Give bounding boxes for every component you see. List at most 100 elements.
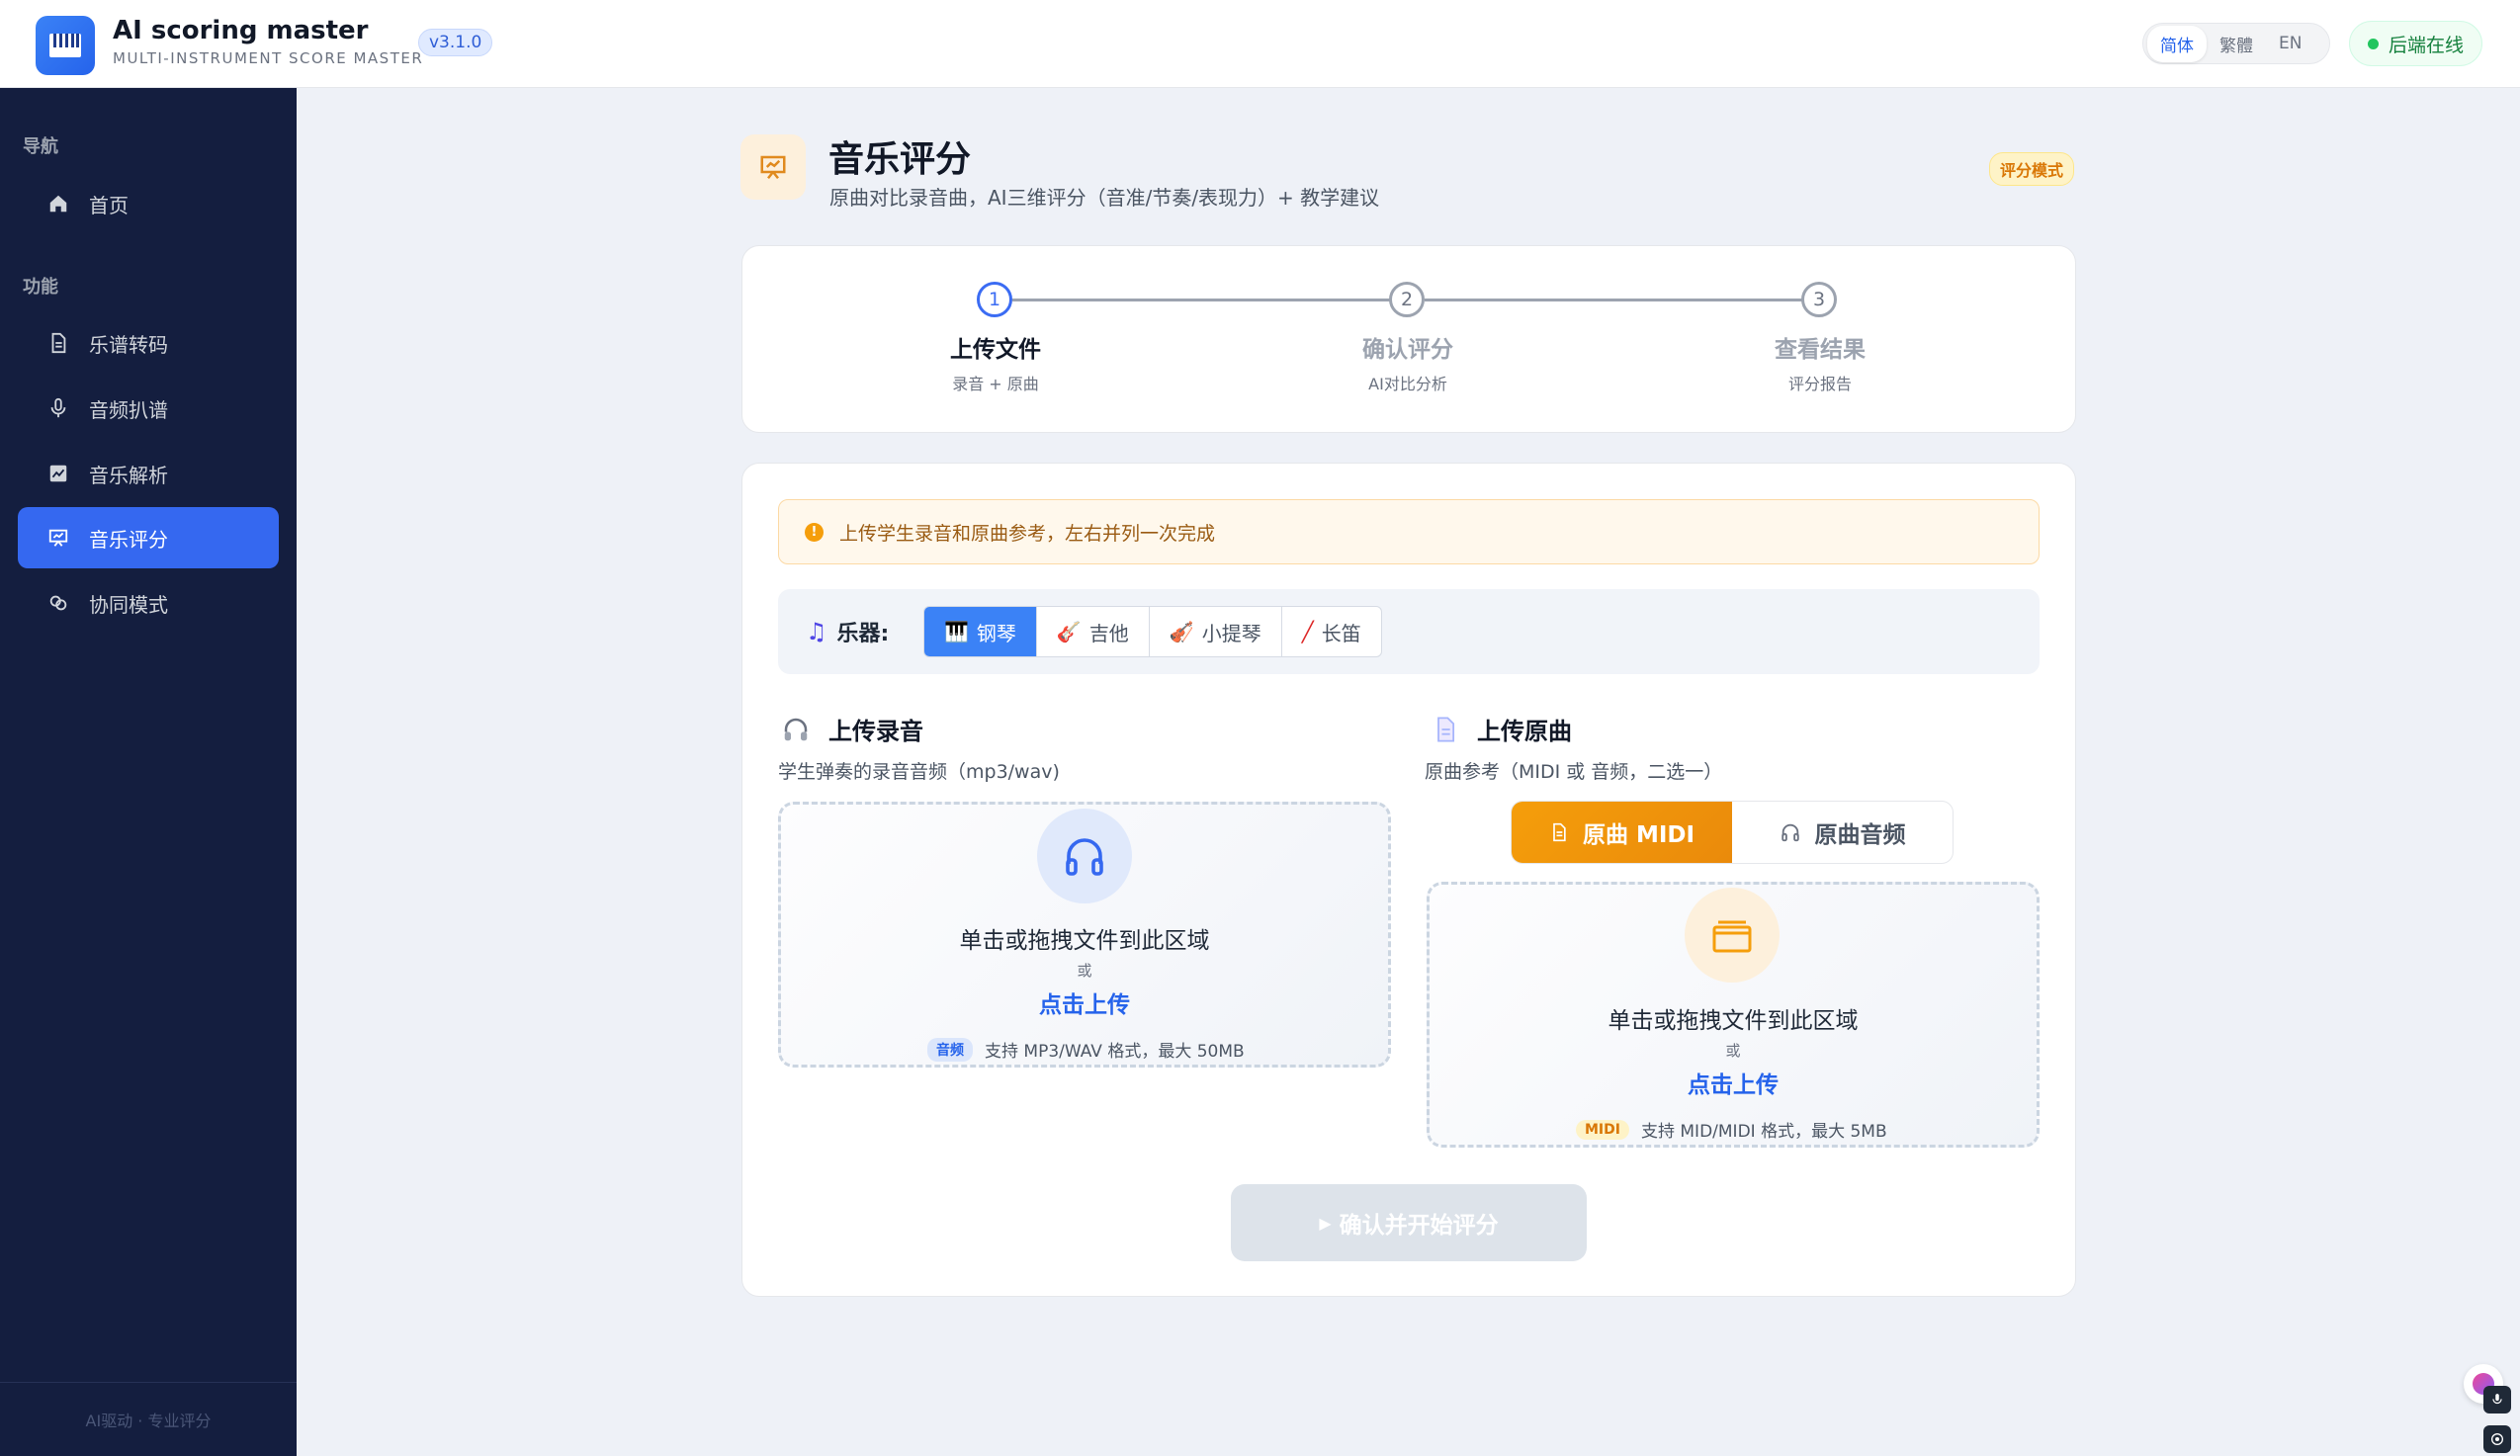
version-badge: v3.1.0 <box>418 29 493 56</box>
sidebar-item-label: 首页 <box>89 193 129 217</box>
step-3-circle: 3 <box>1801 282 1837 317</box>
presentation-icon <box>740 134 806 200</box>
folder-icon <box>1685 888 1780 983</box>
sidebar: 导航 首页 功能 乐谱转码 音频扒谱 音乐解析 音乐评分 协同模式 AI驱动 ·… <box>0 88 297 1456</box>
flute-icon: ╱ <box>1301 620 1314 643</box>
piano-logo-icon <box>36 16 95 75</box>
recording-upload-link[interactable]: 点击上传 <box>778 985 1391 1019</box>
sidebar-item-home[interactable]: 首页 <box>18 173 279 234</box>
instrument-tab-flute[interactable]: ╱ 长笛 <box>1282 607 1381 656</box>
step-connector <box>1012 299 1393 301</box>
instrument-tab-piano[interactable]: 🎹 钢琴 <box>924 607 1037 656</box>
presentation-icon <box>48 529 68 547</box>
original-hint-text: 支持 MID/MIDI 格式，最大 5MB <box>1640 1122 1887 1142</box>
backend-status-badge: 后端在线 <box>2349 21 2483 66</box>
step-2-circle: 2 <box>1389 282 1425 317</box>
sidebar-footer: AI驱动 · 专业评分 <box>0 1382 297 1456</box>
sidebar-section-nav: 导航 <box>23 136 58 157</box>
sidebar-item-label: 协同模式 <box>89 592 168 617</box>
document-icon <box>1553 822 1566 842</box>
step-3-label: 查看结果 <box>1775 337 1866 363</box>
guitar-icon: 🎸 <box>1056 620 1082 643</box>
notice-text: 上传学生录音和原曲参考，左右并列一次完成 <box>839 522 1216 545</box>
link-icon <box>49 595 67 611</box>
original-section-title: 上传原曲 <box>1432 712 1572 746</box>
lang-english[interactable]: EN <box>2266 28 2314 59</box>
document-icon <box>51 332 66 354</box>
music-note-icon: ♫ <box>806 618 827 645</box>
sidebar-section-func: 功能 <box>23 277 58 298</box>
app-title: AI scoring master <box>113 16 369 45</box>
status-dot-icon <box>2368 38 2379 49</box>
recording-or-text: 或 <box>1077 962 1092 980</box>
recording-format-hint: 音频 支持 MP3/WAV 格式，最大 50MB <box>927 1037 1245 1062</box>
sidebar-item-label: 乐谱转码 <box>89 332 168 357</box>
start-scoring-button[interactable]: ▶ 确认并开始评分 <box>1231 1184 1587 1261</box>
instrument-label: ♫ 乐器: <box>806 616 889 647</box>
language-switcher: 简体 繁體 EN <box>2142 23 2330 64</box>
instrument-tab-label: 小提琴 <box>1201 621 1261 645</box>
sidebar-item-music-scoring[interactable]: 音乐评分 <box>18 507 279 568</box>
app-subtitle: MULTI-INSTRUMENT SCORE MASTER <box>113 49 424 67</box>
lang-simplified[interactable]: 简体 <box>2147 25 2207 62</box>
step-connector <box>1425 299 1803 301</box>
microphone-icon[interactable] <box>2483 1386 2511 1413</box>
audio-format-badge: 音频 <box>927 1037 973 1062</box>
original-subtitle: 原曲参考（MIDI 或 音频，二选一） <box>1425 761 1723 783</box>
step-2-desc: AI对比分析 <box>1368 375 1447 393</box>
sidebar-item-label: 音乐评分 <box>89 527 168 552</box>
original-or-text: 或 <box>1725 1042 1741 1060</box>
instrument-tab-label: 钢琴 <box>976 621 1016 645</box>
step-2-label: 确认评分 <box>1362 337 1453 363</box>
status-label: 后端在线 <box>2389 34 2465 56</box>
recording-drop-text: 单击或拖拽文件到此区域 <box>959 928 1210 954</box>
sidebar-item-music-analysis[interactable]: 音乐解析 <box>18 443 279 504</box>
home-icon <box>49 195 67 213</box>
instrument-tabs: 🎹 钢琴 🎸 吉他 🎻 小提琴 ╱ 长笛 <box>923 606 1382 657</box>
instrument-tab-guitar[interactable]: 🎸 吉他 <box>1037 607 1150 656</box>
info-icon: ! <box>805 522 824 542</box>
app-header: AI scoring master MULTI-INSTRUMENT SCORE… <box>0 0 2520 88</box>
midi-format-badge: MIDI <box>1576 1119 1629 1140</box>
microphone-icon <box>50 397 66 418</box>
recording-subtitle: 学生弹奏的录音音频（mp3/wav) <box>778 761 1060 783</box>
page-subtitle: 原曲对比录音曲，AI三维评分（音准/节奏/表现力）+ 教学建议 <box>829 186 1380 210</box>
audio-toggle-label: 原曲音频 <box>1814 822 1906 848</box>
step-1-desc: 录音 + 原曲 <box>952 375 1039 393</box>
sidebar-item-label: 音频扒谱 <box>89 397 168 422</box>
original-audio-button[interactable]: 原曲音频 <box>1732 802 1953 863</box>
sidebar-item-audio-transcribe[interactable]: 音频扒谱 <box>18 378 279 439</box>
document-icon <box>1437 716 1455 742</box>
headphones-icon <box>1037 809 1132 903</box>
original-format-hint: MIDI 支持 MID/MIDI 格式，最大 5MB <box>1576 1117 1887 1142</box>
original-title-text: 上传原曲 <box>1477 718 1572 745</box>
page-title: 音乐评分 <box>828 139 972 180</box>
sidebar-item-label: 音乐解析 <box>89 463 168 487</box>
step-3-desc: 评分报告 <box>1787 375 1852 393</box>
lang-traditional[interactable]: 繁體 <box>2207 26 2266 62</box>
mode-badge: 评分模式 <box>1989 152 2075 186</box>
chart-icon <box>49 465 67 482</box>
step-1-label: 上传文件 <box>950 337 1041 363</box>
original-drop-text: 单击或拖拽文件到此区域 <box>1608 1008 1859 1034</box>
submit-label: 确认并开始评分 <box>1339 1213 1499 1239</box>
midi-toggle-label: 原曲 MIDI <box>1582 822 1695 848</box>
violin-icon: 🎻 <box>1169 620 1194 643</box>
original-source-toggle: 原曲 MIDI 原曲音频 <box>1511 801 1954 864</box>
info-notice: ! 上传学生录音和原曲参考，左右并列一次完成 <box>778 499 2040 564</box>
recording-hint-text: 支持 MP3/WAV 格式，最大 50MB <box>985 1042 1245 1062</box>
original-midi-button[interactable]: 原曲 MIDI <box>1512 802 1732 863</box>
instrument-tab-label: 长笛 <box>1321 621 1361 645</box>
headphones-icon <box>784 718 808 740</box>
headphones-icon <box>1781 823 1799 842</box>
target-icon[interactable] <box>2483 1425 2511 1453</box>
sidebar-item-score-transcode[interactable]: 乐谱转码 <box>18 312 279 374</box>
piano-icon: 🎹 <box>944 620 969 643</box>
recording-title-text: 上传录音 <box>828 718 923 745</box>
sidebar-item-collab-mode[interactable]: 协同模式 <box>18 572 279 634</box>
instrument-label-text: 乐器: <box>836 622 890 646</box>
recording-section-title: 上传录音 <box>781 712 923 746</box>
original-upload-link[interactable]: 点击上传 <box>1427 1066 2040 1099</box>
instrument-tab-violin[interactable]: 🎻 小提琴 <box>1150 607 1282 656</box>
instrument-tab-label: 吉他 <box>1088 621 1129 645</box>
